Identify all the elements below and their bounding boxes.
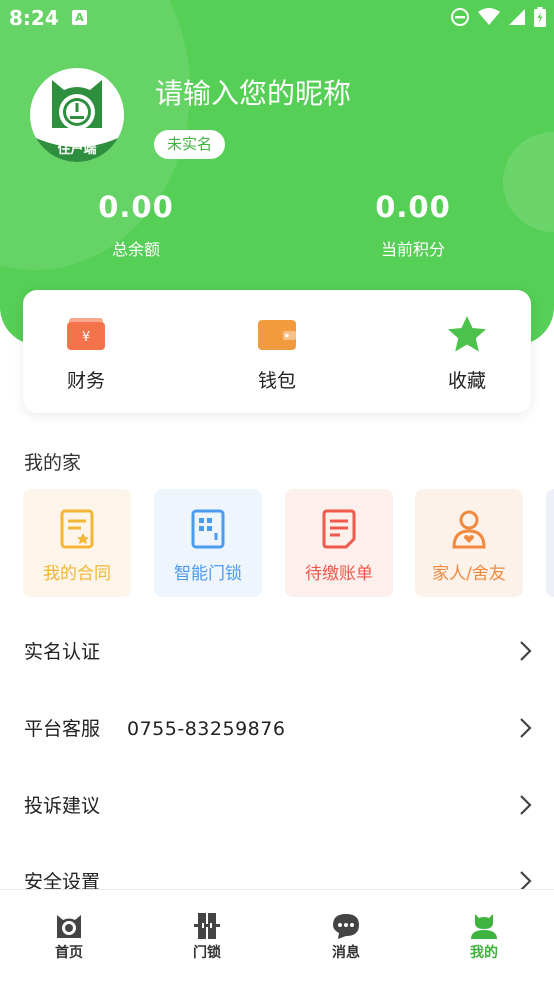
profile-icon (471, 914, 497, 939)
bill-icon (322, 509, 356, 549)
menu-label: 投诉建议 (24, 795, 101, 817)
balance-stat[interactable]: 0.00 总余额 (46, 190, 226, 260)
my-home-tiles: 我的合同 智能门锁 待缴账单 家人/舍友 (23, 489, 554, 597)
menu-label: 平台客服 (24, 718, 101, 740)
door-lock-label: 智能门锁 (174, 564, 242, 584)
wallet-label: 钱包 (257, 370, 296, 392)
family-tile[interactable]: 家人/舍友 (415, 489, 523, 597)
nickname[interactable]: 请输入您的昵称 (155, 72, 351, 112)
tab-label: 门锁 (193, 945, 221, 961)
status-time: 8:24 (9, 6, 59, 30)
family-label: 家人/舍友 (432, 564, 506, 584)
balance-label: 总余额 (111, 240, 160, 259)
points-label: 当前积分 (380, 240, 445, 259)
favorites-label: 收藏 (447, 370, 486, 392)
more-tile-peek[interactable] (546, 489, 554, 597)
chevron-right-icon (520, 795, 532, 815)
my-home-title: 我的家 (24, 452, 82, 474)
contract-tile[interactable]: 我的合同 (23, 489, 131, 597)
message-icon (333, 914, 359, 939)
finance-icon: ¥ (67, 318, 105, 350)
avatar[interactable]: 住户端 (30, 68, 124, 162)
chevron-right-icon (520, 641, 532, 661)
menu-label: 实名认证 (24, 641, 101, 663)
wifi-icon (478, 8, 500, 25)
do-not-disturb-icon (451, 8, 469, 26)
points-value: 0.00 (375, 190, 451, 224)
tab-messages[interactable]: 消息 (296, 912, 396, 962)
menu-item-real-name[interactable]: 实名认证 (0, 632, 554, 692)
menu-item-customer-service[interactable]: 平台客服 0755-83259876 (0, 709, 554, 769)
tab-me[interactable]: 我的 (434, 912, 534, 962)
tab-home[interactable]: 首页 (19, 912, 119, 962)
wallet-button[interactable]: 钱包 (222, 316, 332, 393)
decorative-bubble (503, 132, 554, 232)
quick-actions-card: ¥ 财务 钱包 收藏 (23, 290, 531, 413)
door-icon (194, 913, 220, 939)
contract-label: 我的合同 (43, 564, 111, 584)
tab-label: 我的 (470, 945, 498, 961)
wallet-icon (258, 320, 296, 350)
door-lock-icon (191, 509, 225, 549)
menu-item-feedback[interactable]: 投诉建议 (0, 786, 554, 846)
status-icons (450, 7, 546, 27)
battery-icon (534, 7, 546, 27)
signal-icon (509, 9, 525, 25)
bottom-tab-bar: 首页 门锁 消息 我的 (0, 889, 554, 984)
avatar-caption: 住户端 (57, 142, 97, 157)
contract-icon (60, 509, 94, 549)
finance-label: 财务 (66, 370, 105, 392)
finance-button[interactable]: ¥ 财务 (31, 316, 141, 393)
balance-value: 0.00 (98, 190, 174, 224)
status-bar: 8:24 A (0, 0, 554, 36)
tab-label: 消息 (332, 945, 360, 961)
points-stat[interactable]: 0.00 当前积分 (323, 190, 503, 260)
tab-label: 首页 (55, 945, 83, 961)
verify-status-badge[interactable]: 未实名 (154, 130, 226, 159)
svg-text:¥: ¥ (82, 330, 90, 345)
home-cat-icon (57, 915, 81, 938)
bill-label: 待缴账单 (305, 564, 373, 584)
door-lock-tile[interactable]: 智能门锁 (154, 489, 262, 597)
service-phone[interactable]: 0755-83259876 (127, 709, 285, 749)
star-icon (448, 316, 486, 352)
tab-door-lock[interactable]: 门锁 (157, 912, 257, 962)
favorites-button[interactable]: 收藏 (412, 316, 522, 393)
chevron-right-icon (520, 718, 532, 738)
notification-icon: A (72, 10, 87, 25)
family-icon (452, 510, 486, 549)
bill-tile[interactable]: 待缴账单 (285, 489, 393, 597)
